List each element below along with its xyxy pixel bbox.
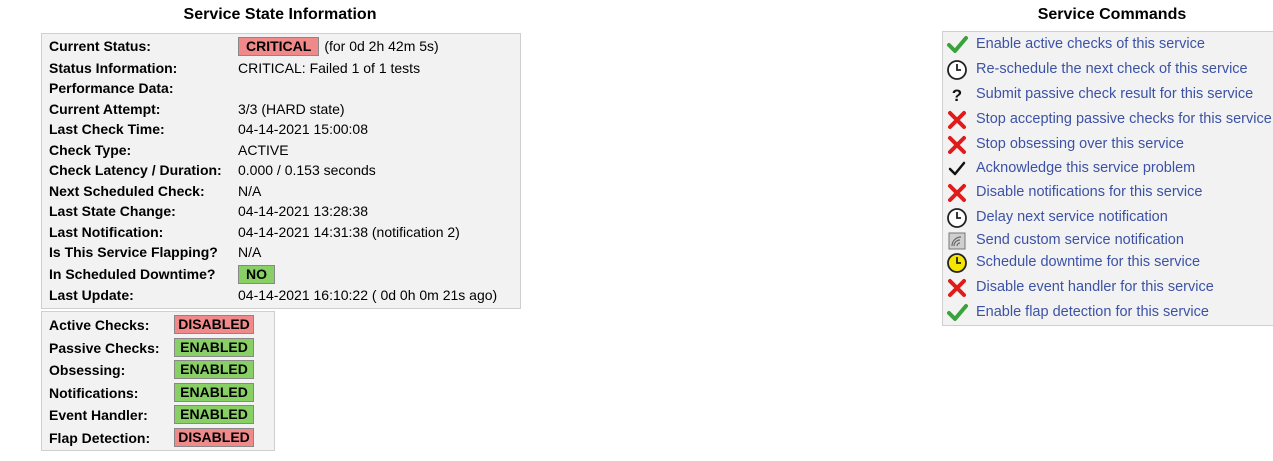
- passive-checks-label: Passive Checks:: [49, 339, 160, 356]
- active-checks-status-badge: DISABLED: [174, 315, 254, 334]
- scheduled-downtime-badge: NO: [238, 265, 275, 284]
- command-link-submit-passive-result[interactable]: Submit passive check result for this ser…: [976, 85, 1253, 103]
- last-notification-label: Last Notification:: [49, 224, 164, 240]
- service-state-panel: Current Status: CRITICAL (for 0d 2h 42m 5s…: [41, 33, 521, 309]
- obsessing-status-badge: ENABLED: [174, 360, 254, 379]
- red-x-icon: [946, 277, 968, 299]
- last-update-value: 04-14-2021 16:10:22 ( 0d 0h 0m 21s ago): [238, 287, 498, 303]
- service-commands-title: Service Commands: [1037, 6, 1187, 23]
- last-update-label: Last Update:: [49, 287, 134, 303]
- command-link-schedule-downtime[interactable]: Schedule downtime for this service: [976, 253, 1200, 271]
- event-handler-status-badge: ENABLED: [174, 405, 254, 424]
- event-handler-label: Event Handler:: [49, 407, 148, 423]
- flap-detection-status-badge: DISABLED: [174, 427, 254, 447]
- red-x-icon: [946, 182, 968, 204]
- clock-icon: [946, 207, 968, 229]
- last-notification-value: 04-14-2021 14:31:38 (notification 2): [238, 224, 460, 240]
- notifications-label: Notifications:: [49, 384, 139, 401]
- flap-detection-label: Flap Detection:: [49, 429, 151, 446]
- notify-icon: [946, 230, 968, 252]
- scheduled-downtime-label: In Scheduled Downtime?: [49, 266, 216, 282]
- command-link-disable-notifications[interactable]: Disable notifications for this service: [976, 183, 1202, 201]
- service-state-title: Service State Information: [183, 6, 377, 23]
- svg-text:?: ?: [952, 86, 962, 105]
- next-scheduled-check-label: Next Scheduled Check:: [49, 183, 205, 199]
- active-checks-label: Active Checks:: [49, 317, 150, 333]
- command-link-reschedule-next-check[interactable]: Re-schedule the next check of this servi…: [976, 60, 1248, 78]
- scheduled-downtime-value: NO: [238, 264, 275, 284]
- status-information-label: Status Information:: [49, 60, 178, 76]
- service-flapping-label: Is This Service Flapping?: [49, 244, 218, 260]
- passive-checks-status-badge: ENABLED: [174, 337, 254, 357]
- current-status-badge: CRITICAL: [238, 37, 320, 56]
- check-latency-duration-value: 0.000 / 0.153 seconds: [238, 162, 376, 178]
- yellow-clock-icon: [946, 252, 968, 274]
- next-scheduled-check-value: N/A: [238, 183, 262, 199]
- command-link-disable-event-handler[interactable]: Disable event handler for this service: [976, 278, 1214, 296]
- current-attempt-value: 3/3 (HARD state): [238, 101, 345, 117]
- check-type-value: ACTIVE: [238, 142, 289, 158]
- clock-icon: [946, 59, 968, 81]
- notifications-status-badge: ENABLED: [174, 382, 254, 402]
- current-status-duration: (for 0d 2h 42m 5s): [324, 38, 439, 54]
- last-check-time-label: Last Check Time:: [49, 121, 165, 137]
- service-commands-panel: Enable active checks of this service Re-s…: [942, 31, 1273, 326]
- current-status-value: CRITICAL (for 0d 2h 42m 5s): [238, 36, 439, 56]
- check-latency-duration-label: Check Latency / Duration:: [49, 162, 222, 178]
- command-link-send-custom-notification[interactable]: Send custom service notification: [976, 231, 1184, 249]
- service-flags-panel: Active Checks: DISABLED Passive Checks: ENA…: [41, 311, 275, 451]
- command-link-enable-active-checks[interactable]: Enable active checks of this service: [976, 35, 1205, 53]
- last-state-change-label: Last State Change:: [49, 203, 176, 219]
- command-link-acknowledge-problem[interactable]: Acknowledge this service problem: [976, 159, 1195, 177]
- service-flapping-value: N/A: [238, 244, 262, 260]
- check-type-label: Check Type:: [49, 142, 132, 158]
- performance-data-label: Performance Data:: [49, 80, 174, 96]
- command-link-stop-obsessing[interactable]: Stop obsessing over this service: [976, 135, 1184, 153]
- current-attempt-label: Current Attempt:: [49, 101, 161, 117]
- question-icon: ?: [946, 84, 968, 106]
- command-link-enable-flap-detection[interactable]: Enable flap detection for this service: [976, 303, 1209, 321]
- command-link-stop-passive-checks[interactable]: Stop accepting passive checks for this s…: [976, 110, 1272, 128]
- green-check-icon: [946, 302, 968, 324]
- red-x-icon: [946, 109, 968, 131]
- last-state-change-value: 04-14-2021 13:28:38: [238, 203, 368, 219]
- current-status-label: Current Status:: [49, 38, 151, 54]
- black-check-icon: [946, 158, 968, 180]
- last-check-time-value: 04-14-2021 15:00:08: [238, 121, 368, 137]
- green-check-icon: [946, 34, 968, 56]
- command-link-delay-notification[interactable]: Delay next service notification: [976, 208, 1168, 226]
- red-x-icon: [946, 134, 968, 156]
- obsessing-label: Obsessing:: [49, 362, 126, 378]
- status-information-value: CRITICAL: Failed 1 of 1 tests: [238, 60, 421, 76]
